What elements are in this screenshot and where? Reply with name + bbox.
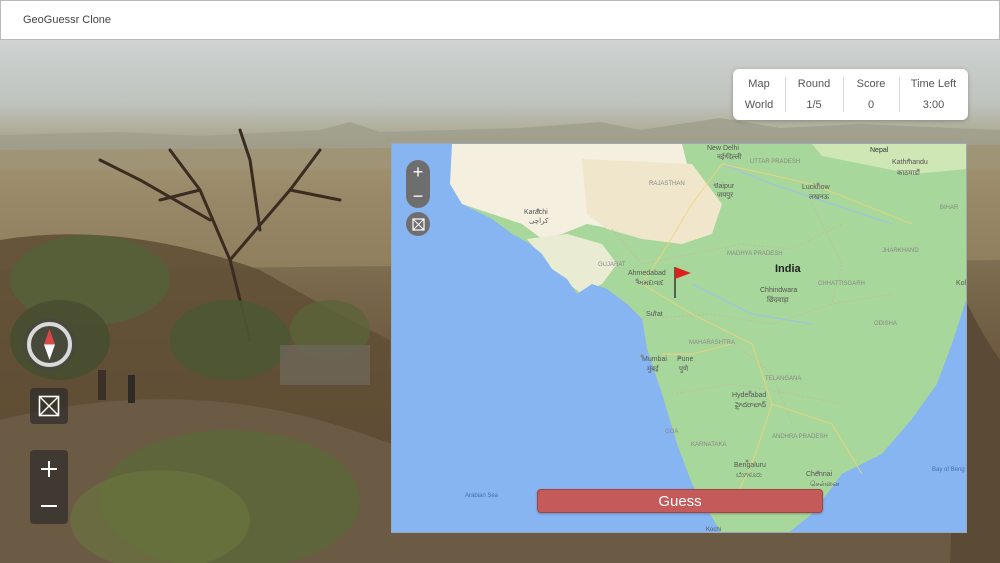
map-label-andhra-pradesh: ANDHRA PRADESH	[772, 434, 828, 440]
map-label-india: India	[775, 263, 802, 275]
map-zoom-in-button[interactable]: +	[406, 160, 430, 184]
map-zoom-out-button[interactable]: −	[406, 184, 430, 208]
map-label-jaipur-hi: जयपुर	[717, 192, 733, 199]
map-label-karachi: Karachi	[524, 209, 548, 216]
map-label-chhattisgarh: CHHATTISGARH	[818, 281, 865, 287]
map-label-mumbai-mr: मुंबई	[647, 364, 660, 373]
reset-view-button[interactable]	[30, 388, 68, 424]
stat-time-left-label: Time Left	[910, 78, 957, 90]
stat-score-value: 0	[867, 99, 875, 111]
compass-control[interactable]	[23, 318, 76, 371]
map-label-uttar-pradesh: UTTAR PRADESH	[750, 159, 800, 165]
stat-score: Score 0	[843, 69, 899, 120]
map-label-jharkhand: JHARKHAND	[882, 248, 919, 254]
map-label-telangana: TELANGANA	[765, 376, 801, 382]
map-label-arabian-sea: Arabian Sea	[465, 493, 499, 499]
stat-time-left: Time Left 3:00	[899, 69, 968, 120]
map-label-maharashtra: MAHARASHTRA	[689, 340, 735, 346]
map-label-karachi-ur: کراچی	[529, 217, 549, 225]
map-label-bengaluru: Bengaluru	[734, 462, 766, 469]
map-label-lucknow-hi: लखनऊ	[809, 194, 829, 201]
map-label-chennai-ta: சென்னை	[810, 480, 840, 488]
stat-round: Round 1/5	[785, 69, 843, 120]
map-label-kochi: Kochi	[706, 527, 721, 533]
compass-icon	[27, 322, 72, 367]
pano-zoom-out-button[interactable]	[30, 487, 68, 524]
map-label-goa: GOA	[665, 429, 678, 435]
guess-button[interactable]: Guess	[537, 489, 823, 513]
reset-view-icon	[411, 217, 425, 231]
map-label-kolkata: Kol	[956, 280, 967, 287]
map-label-jaipur: Jaipur	[715, 183, 735, 190]
map-label-rajasthan: RAJASTHAN	[649, 181, 685, 187]
map-label-chhindwara-hi: छिंदवाड़ा	[767, 295, 789, 304]
map-label-hyderabad-te: హైదరాబాద్	[734, 401, 766, 410]
top-bar: GeoGuessr Clone	[0, 0, 1000, 40]
plus-icon	[41, 460, 57, 477]
map-label-odisha: ODISHA	[874, 321, 897, 327]
stat-map-value: World	[744, 99, 774, 111]
map-label-pune-mr: पुणे	[679, 364, 689, 373]
map-reset-button[interactable]	[406, 212, 430, 236]
map-label-nepal: Nepal	[870, 147, 889, 154]
pano-zoom-control	[30, 450, 68, 524]
map-label-ahmedabad-gu: અમદાવાદ	[636, 280, 664, 287]
map-label-madhya-pradesh: MADHYA PRADESH	[727, 251, 783, 257]
game-stats-panel: Map World Round 1/5 Score 0 Time Left 3:…	[733, 69, 968, 120]
map-label-karnataka: KARNATAKA	[691, 442, 726, 448]
stat-round-value: 1/5	[806, 99, 822, 111]
stat-map-label: Map	[748, 78, 770, 90]
stat-round-label: Round	[797, 78, 831, 90]
map-label-lucknow: Lucknow	[802, 184, 831, 191]
guess-map[interactable]: New Delhi नई दिल्ली UTTAR PRADESH Nepal …	[391, 143, 967, 533]
map-label-mumbai: Mumbai	[642, 356, 667, 363]
map-label-new-delhi-hi: नई दिल्ली	[717, 152, 742, 161]
map-label-gujarat: GUJARAT	[598, 262, 626, 268]
map-label-new-delhi: New Delhi	[707, 145, 739, 152]
reset-view-icon	[38, 395, 60, 417]
flag-marker-icon	[674, 267, 691, 298]
minus-icon	[41, 504, 57, 507]
map-label-bay-of-bengal: Bay of Beng	[932, 467, 965, 473]
map-labels: New Delhi नई दिल्ली UTTAR PRADESH Nepal …	[465, 145, 967, 533]
stat-time-left-value: 3:00	[922, 99, 945, 111]
map-label-ahmedabad: Ahmedabad	[628, 270, 666, 277]
map-zoom-control: + −	[406, 160, 430, 208]
map-label-bengaluru-kn: ಬೆಂಗಳೂರು	[736, 472, 762, 479]
map-label-bihar: BIHAR	[940, 205, 959, 211]
map-label-chhindwara: Chhindwara	[760, 287, 797, 294]
app-title: GeoGuessr Clone	[23, 14, 112, 26]
stat-score-label: Score	[856, 78, 886, 90]
stat-map: Map World	[733, 69, 785, 120]
map-label-kathmandu-hi: काठमाडौं	[897, 168, 920, 177]
pano-zoom-in-button[interactable]	[30, 450, 68, 487]
